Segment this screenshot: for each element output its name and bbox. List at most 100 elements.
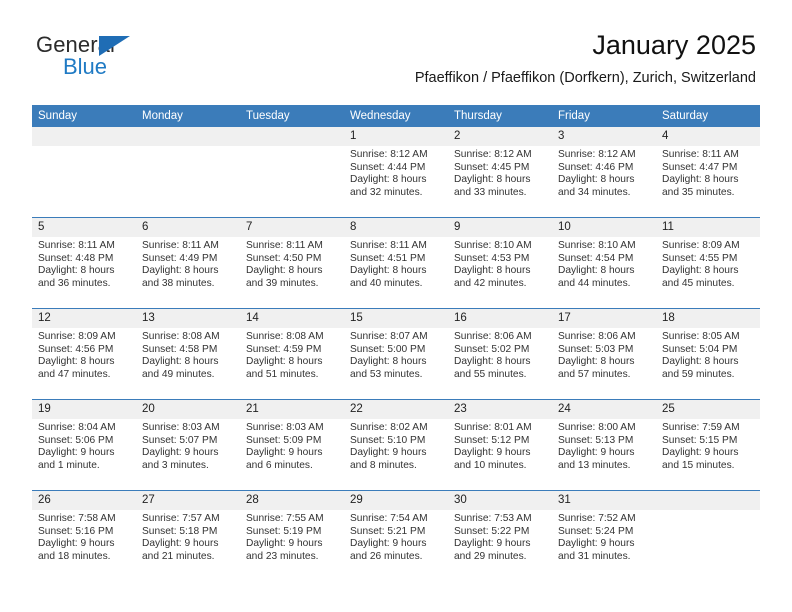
- calendar-week-row: 19 Sunrise: 8:04 AM Sunset: 5:06 PM Dayligh…: [32, 399, 760, 491]
- calendar-day-cell[interactable]: 5 Sunrise: 8:11 AM Sunset: 4:48 PM Daylight…: [32, 218, 136, 308]
- daylight-hours-text: Daylight: 8 hours: [246, 356, 323, 368]
- daylight-hours-text: Daylight: 8 hours: [662, 265, 739, 277]
- daylight-hours-text: Daylight: 9 hours: [38, 447, 115, 459]
- calendar-day-cell[interactable]: 21 Sunrise: 8:03 AM Sunset: 5:09 PM Dayligh…: [240, 400, 344, 490]
- calendar-day-cell[interactable]: 3 Sunrise: 8:12 AM Sunset: 4:46 PM Daylight…: [552, 127, 656, 217]
- calendar-day-cell[interactable]: 4 Sunrise: 8:11 AM Sunset: 4:47 PM Daylight…: [656, 127, 760, 217]
- sunrise-text: Sunrise: 7:53 AM: [454, 513, 532, 524]
- day-number: 5: [32, 218, 136, 237]
- calendar-day-cell[interactable]: 18 Sunrise: 8:05 AM Sunset: 5:04 PM Dayligh…: [656, 309, 760, 399]
- sunrise-text: Sunrise: 8:05 AM: [662, 331, 740, 342]
- calendar-day-cell[interactable]: 17 Sunrise: 8:06 AM Sunset: 5:03 PM Dayligh…: [552, 309, 656, 399]
- day-details: Sunrise: 8:11 AM Sunset: 4:51 PM Daylight:…: [344, 237, 448, 290]
- calendar-day-cell[interactable]: 28 Sunrise: 7:55 AM Sunset: 5:19 PM Dayligh…: [240, 491, 344, 581]
- sunset-text: Sunset: 5:22 PM: [454, 525, 530, 537]
- calendar-day-cell[interactable]: 9 Sunrise: 8:10 AM Sunset: 4:53 PM Daylight…: [448, 218, 552, 308]
- calendar-day-cell[interactable]: 10 Sunrise: 8:10 AM Sunset: 4:54 PM Dayligh…: [552, 218, 656, 308]
- sunset-text: Sunset: 5:19 PM: [246, 525, 322, 537]
- calendar-week-row: 1 Sunrise: 8:12 AM Sunset: 4:44 PM Daylight…: [32, 127, 760, 218]
- daylight-minutes-text: and 18 minutes.: [38, 550, 111, 562]
- sunset-text: Sunset: 5:21 PM: [350, 525, 426, 537]
- sunrise-text: Sunrise: 8:12 AM: [558, 149, 636, 160]
- calendar-day-cell[interactable]: 22 Sunrise: 8:02 AM Sunset: 5:10 PM Dayligh…: [344, 400, 448, 490]
- day-number: 31: [552, 491, 656, 510]
- page-header: General Blue January 2025 Pfaeffikon / P…: [0, 28, 792, 98]
- day-number: 18: [656, 309, 760, 328]
- day-number: 2: [448, 127, 552, 146]
- daylight-minutes-text: and 47 minutes.: [38, 368, 111, 380]
- daylight-hours-text: Daylight: 8 hours: [38, 265, 115, 277]
- calendar-header-row: Sunday Monday Tuesday Wednesday Thursday Frid…: [32, 105, 760, 127]
- day-details: Sunrise: 8:09 AM Sunset: 4:55 PM Daylight:…: [656, 237, 760, 290]
- weekday-header-friday: Friday: [552, 105, 656, 127]
- calendar-day-cell[interactable]: 20 Sunrise: 8:03 AM Sunset: 5:07 PM Dayligh…: [136, 400, 240, 490]
- day-details: Sunrise: 8:11 AM Sunset: 4:48 PM Daylight:…: [32, 237, 136, 290]
- calendar-day-cell[interactable]: 31 Sunrise: 7:52 AM Sunset: 5:24 PM Dayligh…: [552, 491, 656, 581]
- daylight-hours-text: Daylight: 8 hours: [142, 265, 219, 277]
- daylight-hours-text: Daylight: 8 hours: [246, 265, 323, 277]
- calendar-day-cell[interactable]: 26 Sunrise: 7:58 AM Sunset: 5:16 PM Dayligh…: [32, 491, 136, 581]
- sunrise-text: Sunrise: 8:08 AM: [142, 331, 220, 342]
- calendar-day-cell[interactable]: 23 Sunrise: 8:01 AM Sunset: 5:12 PM Dayligh…: [448, 400, 552, 490]
- daylight-minutes-text: and 55 minutes.: [454, 368, 527, 380]
- day-number: [136, 127, 240, 146]
- calendar-day-cell-empty: [240, 127, 344, 217]
- calendar-day-cell[interactable]: 8 Sunrise: 8:11 AM Sunset: 4:51 PM Daylight…: [344, 218, 448, 308]
- daylight-minutes-text: and 35 minutes.: [662, 186, 735, 198]
- daylight-hours-text: Daylight: 9 hours: [454, 447, 531, 459]
- sunrise-text: Sunrise: 8:03 AM: [142, 422, 220, 433]
- sunset-text: Sunset: 5:07 PM: [142, 434, 218, 446]
- daylight-hours-text: Daylight: 9 hours: [246, 538, 323, 550]
- weekday-header-sunday: Sunday: [32, 105, 136, 127]
- sunrise-text: Sunrise: 8:06 AM: [558, 331, 636, 342]
- sunset-text: Sunset: 4:45 PM: [454, 161, 530, 173]
- generalblue-logo[interactable]: General Blue: [36, 32, 216, 92]
- sunrise-text: Sunrise: 8:04 AM: [38, 422, 116, 433]
- calendar-day-cell[interactable]: 2 Sunrise: 8:12 AM Sunset: 4:45 PM Daylight…: [448, 127, 552, 217]
- daylight-minutes-text: and 23 minutes.: [246, 550, 319, 562]
- calendar-day-cell[interactable]: 25 Sunrise: 7:59 AM Sunset: 5:15 PM Dayligh…: [656, 400, 760, 490]
- calendar-day-cell[interactable]: 24 Sunrise: 8:00 AM Sunset: 5:13 PM Dayligh…: [552, 400, 656, 490]
- day-details: Sunrise: 8:06 AM Sunset: 5:03 PM Daylight:…: [552, 328, 656, 381]
- day-number: 11: [656, 218, 760, 237]
- daylight-hours-text: Daylight: 8 hours: [454, 174, 531, 186]
- calendar-day-cell[interactable]: 27 Sunrise: 7:57 AM Sunset: 5:18 PM Dayligh…: [136, 491, 240, 581]
- sunset-text: Sunset: 5:06 PM: [38, 434, 114, 446]
- sunset-text: Sunset: 4:47 PM: [662, 161, 738, 173]
- daylight-hours-text: Daylight: 9 hours: [142, 447, 219, 459]
- sunrise-text: Sunrise: 8:09 AM: [662, 240, 740, 251]
- day-number: 28: [240, 491, 344, 510]
- page-subtitle: Pfaeffikon / Pfaeffikon (Dorfkern), Zuri…: [414, 70, 756, 86]
- daylight-minutes-text: and 45 minutes.: [662, 277, 735, 289]
- daylight-minutes-text: and 8 minutes.: [350, 459, 417, 471]
- day-number: 21: [240, 400, 344, 419]
- calendar-day-cell[interactable]: 6 Sunrise: 8:11 AM Sunset: 4:49 PM Daylight…: [136, 218, 240, 308]
- day-details: Sunrise: 7:59 AM Sunset: 5:15 PM Daylight:…: [656, 419, 760, 472]
- calendar-day-cell[interactable]: 11 Sunrise: 8:09 AM Sunset: 4:55 PM Dayligh…: [656, 218, 760, 308]
- calendar-day-cell[interactable]: 19 Sunrise: 8:04 AM Sunset: 5:06 PM Dayligh…: [32, 400, 136, 490]
- day-details: Sunrise: 8:08 AM Sunset: 4:59 PM Daylight:…: [240, 328, 344, 381]
- calendar-day-cell[interactable]: 30 Sunrise: 7:53 AM Sunset: 5:22 PM Dayligh…: [448, 491, 552, 581]
- calendar-day-cell[interactable]: 13 Sunrise: 8:08 AM Sunset: 4:58 PM Dayligh…: [136, 309, 240, 399]
- day-details: Sunrise: 8:10 AM Sunset: 4:54 PM Daylight:…: [552, 237, 656, 290]
- calendar-day-cell[interactable]: 15 Sunrise: 8:07 AM Sunset: 5:00 PM Dayligh…: [344, 309, 448, 399]
- daylight-hours-text: Daylight: 9 hours: [350, 447, 427, 459]
- sunset-text: Sunset: 5:02 PM: [454, 343, 530, 355]
- day-details: Sunrise: 7:52 AM Sunset: 5:24 PM Daylight:…: [552, 510, 656, 563]
- sunset-text: Sunset: 4:58 PM: [142, 343, 218, 355]
- sunrise-text: Sunrise: 8:11 AM: [246, 240, 323, 251]
- daylight-minutes-text: and 6 minutes.: [246, 459, 313, 471]
- day-details: Sunrise: 8:06 AM Sunset: 5:02 PM Daylight:…: [448, 328, 552, 381]
- calendar-day-cell[interactable]: 7 Sunrise: 8:11 AM Sunset: 4:50 PM Daylight…: [240, 218, 344, 308]
- calendar-day-cell[interactable]: 1 Sunrise: 8:12 AM Sunset: 4:44 PM Daylight…: [344, 127, 448, 217]
- calendar-day-cell[interactable]: 16 Sunrise: 8:06 AM Sunset: 5:02 PM Dayligh…: [448, 309, 552, 399]
- calendar-day-cell-empty: [656, 491, 760, 581]
- calendar-body: 1 Sunrise: 8:12 AM Sunset: 4:44 PM Daylight…: [32, 127, 760, 581]
- day-details: Sunrise: 8:11 AM Sunset: 4:49 PM Daylight:…: [136, 237, 240, 290]
- sunset-text: Sunset: 4:48 PM: [38, 252, 114, 264]
- calendar-table: Sunday Monday Tuesday Wednesday Thursday Frid…: [32, 105, 760, 581]
- calendar-day-cell[interactable]: 12 Sunrise: 8:09 AM Sunset: 4:56 PM Dayligh…: [32, 309, 136, 399]
- calendar-day-cell[interactable]: 29 Sunrise: 7:54 AM Sunset: 5:21 PM Dayligh…: [344, 491, 448, 581]
- sunrise-text: Sunrise: 8:12 AM: [350, 149, 428, 160]
- calendar-day-cell[interactable]: 14 Sunrise: 8:08 AM Sunset: 4:59 PM Dayligh…: [240, 309, 344, 399]
